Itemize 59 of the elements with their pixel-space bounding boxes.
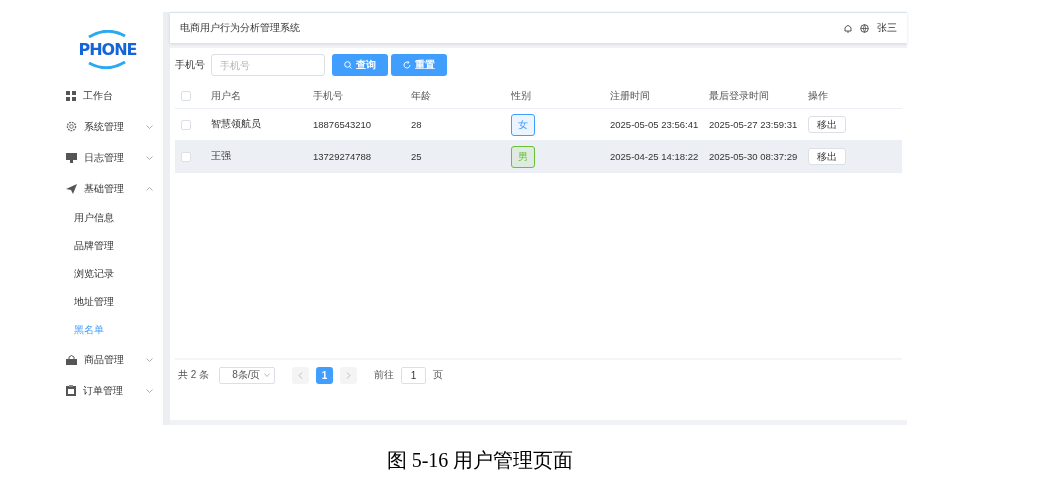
table-cell: 18876543210	[313, 119, 372, 130]
clipboard-icon	[66, 385, 76, 396]
remove-button[interactable]: 移出	[808, 148, 846, 165]
chevron-down-icon	[264, 373, 271, 377]
menu-item[interactable]: 系统管理	[52, 111, 163, 142]
chevron-left-icon	[298, 371, 304, 379]
column-header: 性别	[511, 89, 531, 101]
total-count: 共 2 条	[178, 368, 210, 382]
previous-page-button[interactable]	[292, 366, 310, 384]
submenu-item[interactable]: 浏览记录	[52, 260, 163, 288]
page-input-field[interactable]: 1	[401, 366, 427, 384]
table-cell: 28	[411, 119, 422, 130]
field-label: 手机号	[175, 58, 205, 72]
bell-icon[interactable]	[844, 23, 852, 33]
table-cell: 2025-05-30 08:37:29	[709, 151, 798, 162]
menu-item[interactable]: 订单管理	[52, 375, 163, 406]
column-header: 最后登录时间	[709, 89, 769, 101]
table-cell: 13729274788	[313, 151, 372, 162]
table-cell: 25	[411, 151, 422, 162]
submenu-item[interactable]: 品牌管理	[52, 232, 163, 260]
submenu-item[interactable]: 地址管理	[52, 288, 163, 316]
column-header: 年龄	[411, 89, 431, 101]
menu-item[interactable]: 基础管理	[52, 173, 163, 204]
globe-icon[interactable]	[860, 23, 869, 33]
search-icon	[344, 61, 352, 69]
phone-input-field[interactable]: 手机号	[211, 54, 325, 76]
grid-icon	[66, 90, 76, 101]
next-page-button[interactable]	[340, 366, 358, 384]
table-cell: 智慧领航员	[211, 118, 261, 129]
gender-tag: 男	[511, 145, 535, 168]
figure-caption: 图 5-16 用户管理页面	[386, 448, 574, 473]
user-name[interactable]: 张三	[877, 21, 897, 35]
table-cell: 2025-04-25 14:18:22	[610, 151, 699, 162]
column-header: 注册时间	[610, 89, 650, 101]
monitor-icon	[66, 152, 77, 163]
gear-icon	[66, 121, 77, 132]
submenu-item[interactable]: 用户信息	[52, 204, 163, 232]
remove-button[interactable]: 移出	[808, 116, 846, 133]
refresh-icon	[403, 61, 411, 69]
paper-plane-icon	[66, 183, 77, 194]
column-header: 手机号	[313, 89, 343, 101]
menu-item[interactable]: 商品管理	[52, 344, 163, 375]
menu-item[interactable]: 工作台	[52, 80, 163, 111]
table-cell: 2025-05-27 23:59:31	[709, 119, 798, 130]
checkbox[interactable]	[181, 90, 191, 101]
bag-icon	[66, 354, 77, 365]
goto-label: 前往	[374, 368, 395, 382]
chevron-right-icon	[346, 371, 352, 379]
menu-item[interactable]: 日志管理	[52, 142, 163, 173]
checkbox[interactable]	[181, 119, 191, 130]
table-cell: 王强	[211, 150, 231, 161]
column-header: 用户名	[211, 89, 241, 101]
page-unit: 页	[433, 368, 444, 382]
checkbox[interactable]	[181, 151, 191, 162]
column-header: 操作	[808, 89, 828, 101]
gender-tag: 女	[511, 113, 535, 136]
page-size-select[interactable]: 8条/页	[219, 366, 276, 384]
table-cell: 2025-05-05 23:56:41	[610, 119, 699, 130]
app-title: 电商用户行为分析管理系统	[180, 21, 301, 35]
